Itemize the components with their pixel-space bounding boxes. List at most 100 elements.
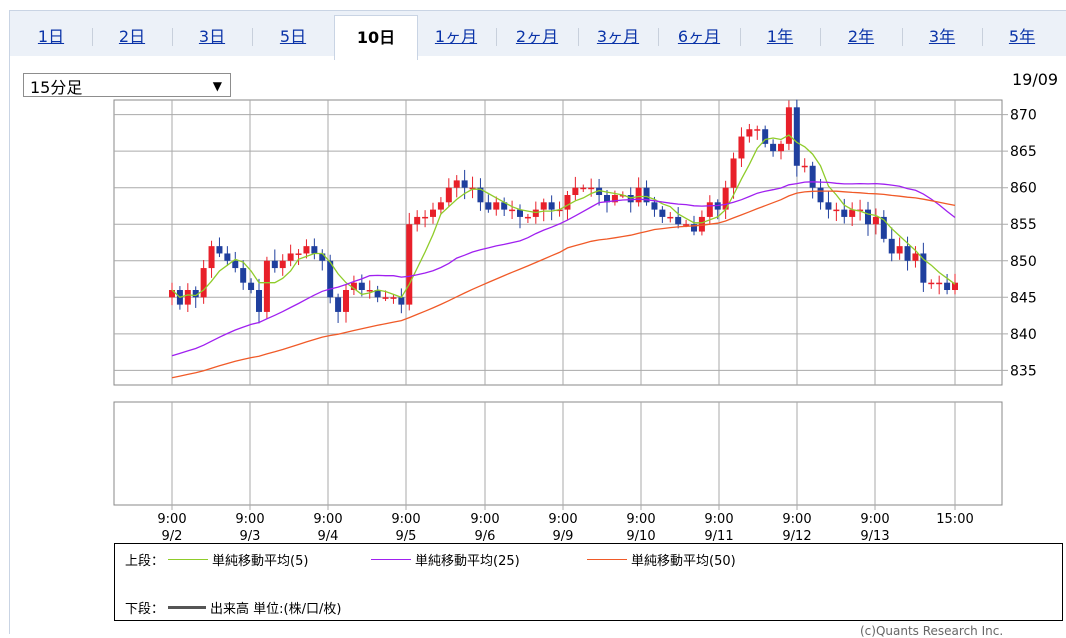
candle-body: [271, 260, 278, 269]
candle-body: [208, 246, 215, 269]
candle-body: [358, 282, 365, 290]
y-tick-label: 865: [1010, 144, 1037, 160]
candle-body: [572, 187, 579, 195]
legend-lower-row: 下段： 出来高 単位:(株/口/枚): [125, 598, 341, 617]
y-tick-label: 850: [1010, 254, 1037, 270]
candle-body: [524, 216, 531, 219]
x-tick-time-label: 9:00: [548, 512, 577, 527]
candle-body: [406, 224, 413, 305]
candle-body: [532, 209, 539, 217]
candle-body: [936, 282, 943, 285]
x-tick-date-label: 9/13: [860, 529, 889, 544]
volume-panel-frame: [113, 401, 1003, 506]
y-tick-label: 835: [1010, 363, 1037, 379]
legend-ma25: 単純移動平均(25): [367, 550, 520, 569]
candle-body: [888, 238, 895, 254]
x-tick-date-label: 9/10: [626, 529, 655, 544]
legend-volume-line-icon: [168, 606, 207, 609]
legend-ma50-line-icon: [587, 559, 627, 560]
y-tick-label: 870: [1010, 108, 1037, 124]
candle-body: [675, 216, 682, 225]
x-tick-time-label: 9:00: [391, 512, 420, 527]
candle-body: [865, 209, 871, 225]
candle-body: [216, 246, 223, 254]
candle-body: [817, 187, 824, 203]
candle-body: [588, 187, 595, 190]
candle-body: [184, 290, 191, 305]
candle-body: [825, 202, 832, 210]
candle-body: [912, 253, 919, 261]
y-tick-label: 855: [1010, 217, 1037, 233]
candle-body: [366, 290, 373, 292]
x-tick-date-label: 9/4: [318, 529, 339, 544]
candle-body: [200, 268, 207, 298]
legend-upper-row: 上段： 単純移動平均(5): [125, 550, 308, 569]
x-axis: 9:00 9/2 9:00 9/3 9:00 9/4 9:00 9/5 9:00 9/6 9:00 9…: [157, 512, 973, 544]
legend-ma25-line-icon: [371, 559, 411, 560]
x-tick-time-label: 9:00: [313, 512, 342, 527]
x-tick-date-label: 9/2: [162, 529, 183, 544]
candle-body: [224, 253, 231, 261]
candle-body: [445, 187, 452, 203]
candle-body: [706, 202, 713, 217]
candle-body: [414, 216, 421, 225]
x-tick-date-label: 9/5: [396, 529, 417, 544]
candle-body: [698, 216, 705, 232]
chart-grid: [113, 99, 1008, 386]
candle-body: [517, 209, 523, 217]
candle-body: [944, 282, 951, 290]
price-panel-frame: [113, 99, 1003, 386]
chart-legend: 上段： 単純移動平均(5) 単純移動平均(25) 単純移動平均(50) 下段： …: [114, 543, 1063, 621]
candle-body: [279, 260, 286, 269]
legend-ma50-label: 単純移動平均(50): [631, 554, 736, 569]
candle-body: [390, 297, 397, 299]
candle-body: [422, 216, 429, 219]
candle-body: [793, 107, 800, 166]
candle-body: [343, 290, 349, 312]
candle-body: [437, 202, 444, 210]
candle-body: [232, 260, 239, 269]
candle-body: [303, 246, 310, 254]
candle-body: [833, 209, 840, 212]
candle-body: [564, 195, 571, 210]
legend-ma50: 単純移動平均(50): [583, 550, 736, 569]
candle-body: [627, 195, 634, 203]
candle-body: [509, 209, 516, 212]
y-tick-label: 840: [1010, 327, 1037, 343]
candle-body: [240, 268, 247, 283]
candle-body: [548, 202, 555, 210]
x-tick-date-label: 9/9: [553, 529, 574, 544]
candle-body: [248, 282, 255, 290]
x-tick-time-label: 15:00: [936, 512, 973, 527]
candle-body: [398, 297, 405, 305]
candle-body: [659, 209, 666, 217]
x-tick-date-label: 9/6: [475, 529, 496, 544]
copyright-text: (c)Quants Research Inc.: [860, 624, 1004, 638]
candle-body: [580, 187, 587, 190]
legend-ma5-line-icon: [168, 559, 209, 560]
x-tick-time-label: 9:00: [782, 512, 811, 527]
candle-body: [493, 202, 500, 210]
candle-body: [540, 202, 547, 210]
candle-body: [461, 180, 468, 188]
candle-body: [904, 246, 911, 261]
candle-body: [841, 209, 848, 217]
legend-volume-label: 出来高 単位:(株/口/枚): [210, 602, 342, 617]
candle-body: [809, 165, 816, 188]
legend-lower-label: 下段：: [125, 602, 165, 617]
candle-body: [896, 246, 903, 254]
candle-body: [928, 282, 935, 285]
x-tick-time-label: 9:00: [470, 512, 499, 527]
volume-panel: [113, 401, 1003, 510]
candle-body: [730, 158, 737, 188]
candle-body: [651, 202, 658, 210]
y-tick-label: 845: [1010, 290, 1037, 306]
y-axis: 835 840 845 850 855 860 865 870: [1010, 108, 1037, 380]
candle-body: [872, 216, 879, 225]
candle-body: [746, 129, 753, 137]
candle-body: [683, 224, 690, 226]
y-tick-label: 860: [1010, 181, 1037, 197]
x-tick-time-label: 9:00: [626, 512, 655, 527]
candle-body: [335, 297, 342, 312]
candle-body: [295, 253, 302, 255]
